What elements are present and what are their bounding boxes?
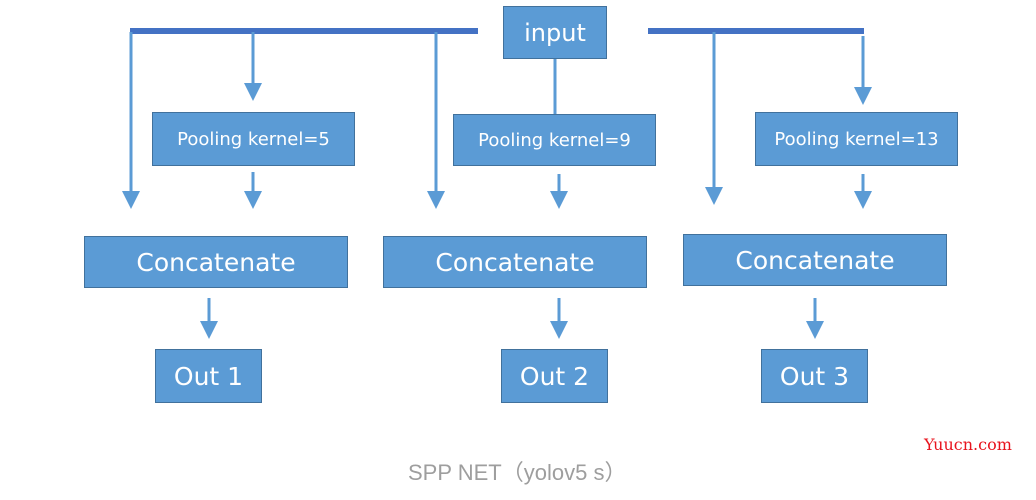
output-node-2: Out 2 bbox=[501, 349, 608, 403]
watermark: Yuucn.com bbox=[924, 435, 1012, 454]
figure-caption: SPP NET（yolov5 s） bbox=[408, 460, 627, 485]
concatenate-node-1: Concatenate bbox=[84, 236, 348, 288]
pooling-node-k13: Pooling kernel=13 bbox=[755, 112, 958, 166]
pooling-node-k5: Pooling kernel=5 bbox=[152, 112, 355, 166]
output-node-1: Out 1 bbox=[155, 349, 262, 403]
pooling-node-k9: Pooling kernel=9 bbox=[453, 114, 656, 166]
spp-diagram: input Pooling kernel=5 Pooling kernel=9 … bbox=[0, 0, 1036, 500]
concatenate-node-3: Concatenate bbox=[683, 234, 947, 286]
output-node-3: Out 3 bbox=[761, 349, 868, 403]
input-node: input bbox=[503, 6, 607, 59]
concatenate-node-2: Concatenate bbox=[383, 236, 647, 288]
